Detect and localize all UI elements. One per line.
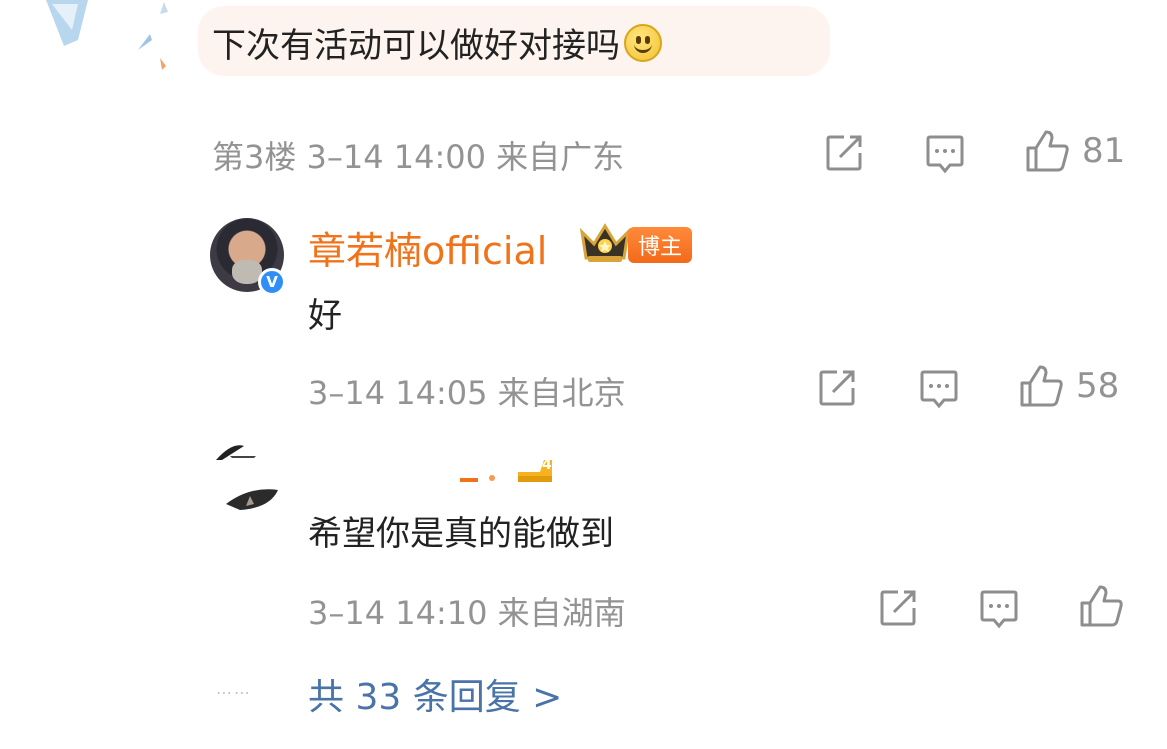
top-share-button[interactable] xyxy=(822,131,866,175)
comment-icon xyxy=(926,135,964,174)
comment-icon xyxy=(980,590,1018,629)
comment-icon xyxy=(920,370,958,409)
reply2-like-button[interactable] xyxy=(1078,583,1136,629)
reply2-meta: 3–14 14:10 来自湖南 xyxy=(308,594,626,632)
top-comment-text: 下次有活动可以做好对接吗 xyxy=(212,18,662,67)
reply2-comment-button[interactable] xyxy=(976,586,1022,632)
reply-share-button[interactable] xyxy=(815,366,859,410)
reply2-share-button[interactable] xyxy=(876,586,920,630)
top-comment-meta: 第3楼 3–14 14:00 来自广东 xyxy=(212,138,625,176)
smile-emoji xyxy=(624,23,662,62)
reply-meta: 3–14 14:05 来自北京 xyxy=(308,374,626,412)
level-badge-number: 4 xyxy=(542,457,552,473)
reply-like-count: 58 xyxy=(1076,366,1120,406)
reply2-text: 希望你是真的能做到 xyxy=(308,514,614,554)
reply-comment-button[interactable] xyxy=(916,366,962,412)
verified-icon: V xyxy=(258,268,286,296)
reply2-name-fragment[interactable] xyxy=(460,472,500,486)
top-comment-avatar[interactable] xyxy=(38,0,178,70)
like-icon xyxy=(1026,130,1069,172)
reply-text: 好 xyxy=(308,296,342,336)
blogger-tag: 博主 xyxy=(628,227,693,263)
share-icon xyxy=(819,370,855,406)
share-icon xyxy=(880,590,916,626)
crown-icon xyxy=(579,223,631,262)
like-icon xyxy=(1080,585,1123,627)
reply-user-name[interactable]: 章若楠official xyxy=(308,220,547,275)
top-comment-button[interactable] xyxy=(922,131,968,177)
top-like-button[interactable]: 81 xyxy=(1024,128,1125,174)
top-like-count: 81 xyxy=(1082,131,1126,171)
share-icon xyxy=(826,135,862,171)
more-replies-link[interactable]: 共 33 条回复 > xyxy=(308,668,562,720)
level-badge: 4 xyxy=(516,456,554,484)
reply-like-button[interactable]: 58 xyxy=(1018,363,1119,409)
like-icon xyxy=(1020,365,1063,407)
thread-dots: ⋯⋯ xyxy=(216,683,252,702)
reply2-avatar[interactable] xyxy=(210,438,284,512)
